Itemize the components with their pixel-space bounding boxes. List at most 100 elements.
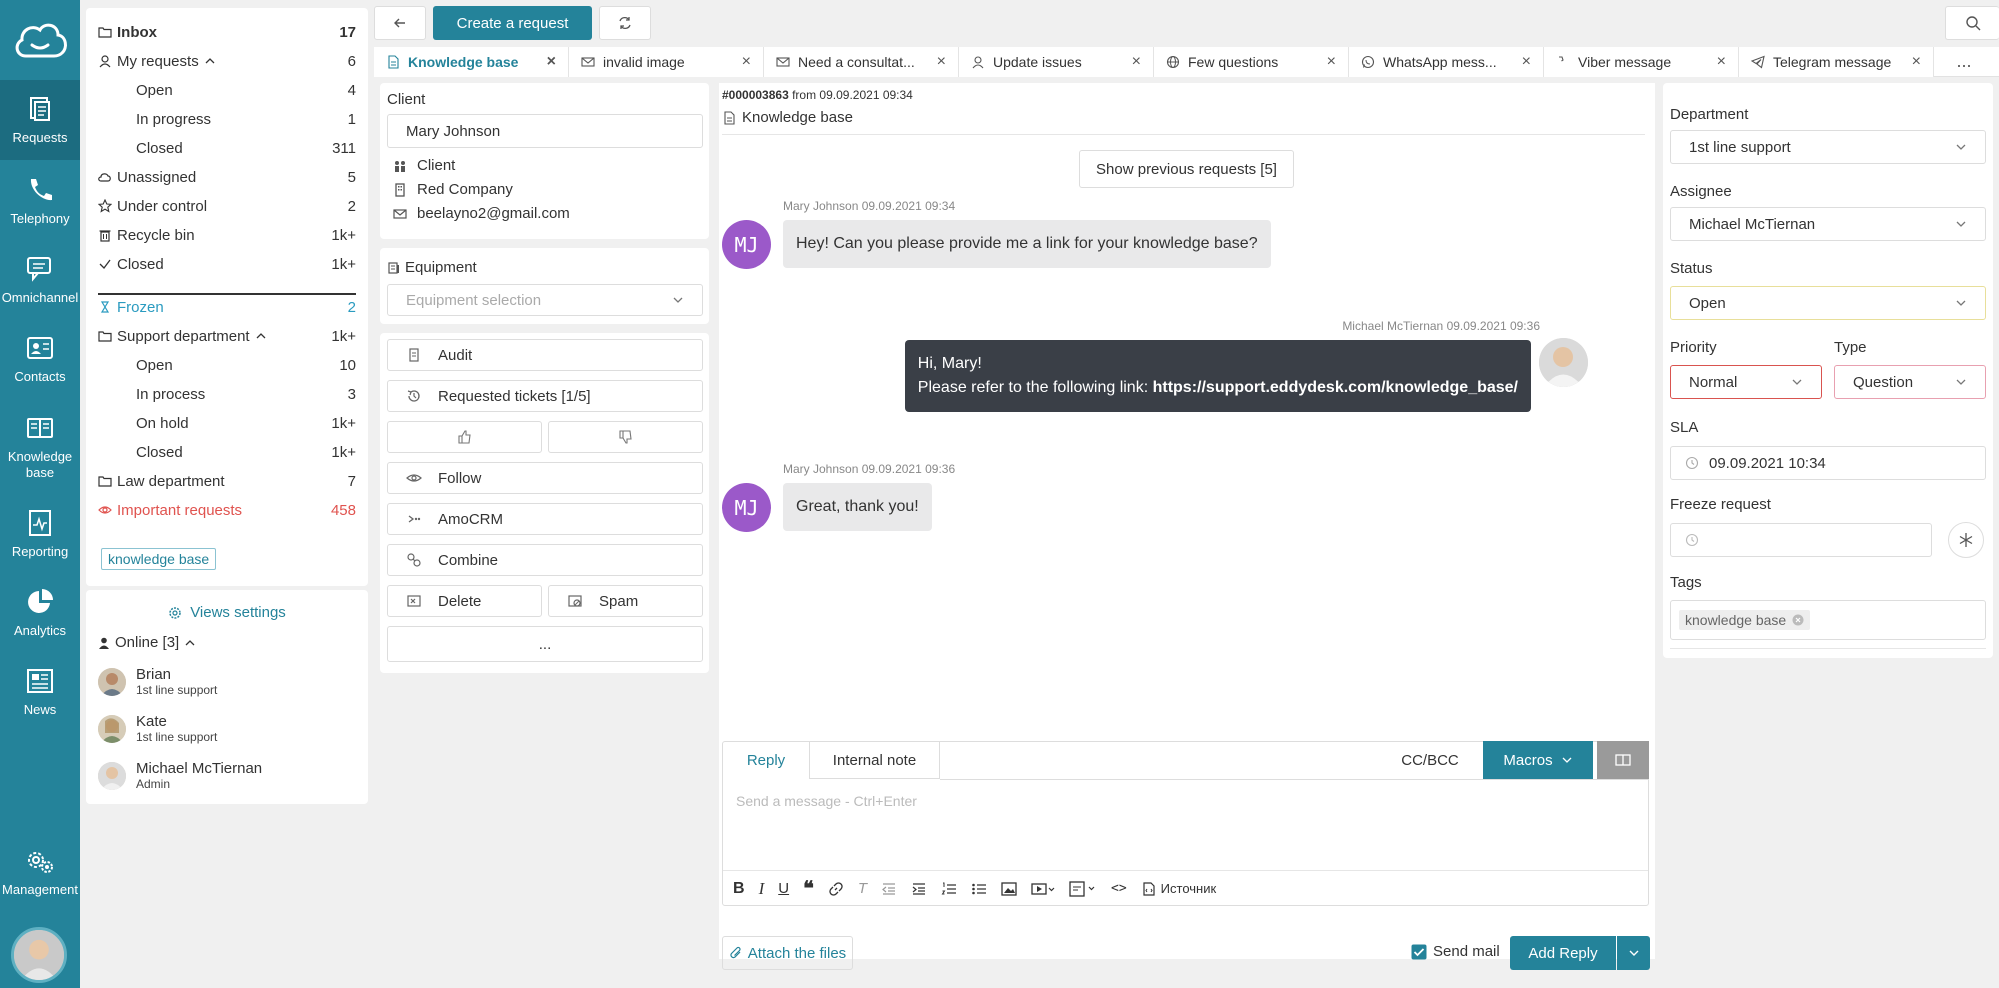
template-icon[interactable] <box>1069 880 1097 898</box>
refresh-button[interactable] <box>599 6 651 40</box>
close-icon[interactable]: × <box>1522 53 1531 71</box>
outdent-icon[interactable] <box>881 881 897 897</box>
tags-field[interactable]: knowledge base <box>1670 600 1986 640</box>
close-icon[interactable]: × <box>547 53 556 71</box>
close-icon[interactable]: × <box>1132 53 1141 71</box>
close-icon[interactable]: × <box>742 53 751 71</box>
folder-open[interactable]: Open 4 <box>136 76 356 104</box>
dislike-button[interactable] <box>548 421 703 453</box>
send-mail-checkbox[interactable]: Send mail <box>1411 943 1500 960</box>
folder-unassigned[interactable]: Unassigned 5 <box>98 163 356 191</box>
more-actions-button[interactable]: ... <box>387 626 703 662</box>
close-icon[interactable]: × <box>1327 53 1336 71</box>
italic-icon[interactable]: I <box>759 879 765 899</box>
create-request-button[interactable]: Create a request <box>433 6 592 40</box>
folder-frozen[interactable]: Frozen 2 <box>98 293 356 321</box>
follow-button[interactable]: Follow <box>387 462 703 494</box>
ccbcc-button[interactable]: CC/BCC <box>1385 742 1475 779</box>
folder-support-department[interactable]: Support department 1k+ <box>98 322 356 350</box>
folder-closed[interactable]: Closed 311 <box>136 134 356 162</box>
client-company[interactable]: Red Company <box>417 181 513 198</box>
rail-telephony[interactable]: Telephony <box>0 175 80 227</box>
quote-icon[interactable]: ❝ <box>803 876 814 901</box>
add-reply-button[interactable]: Add Reply <box>1510 936 1616 970</box>
numbered-list-icon[interactable] <box>941 881 957 897</box>
freeze-date-field[interactable] <box>1670 523 1932 557</box>
rail-news[interactable]: News <box>0 666 80 718</box>
knowledge-base-insert-button[interactable] <box>1597 741 1649 779</box>
rail-management[interactable]: Management <box>0 846 80 898</box>
tab-telegram-message[interactable]: Telegram message × <box>1739 47 1934 77</box>
attach-files-button[interactable]: Attach the files <box>722 936 853 970</box>
folder-support-in-process[interactable]: In process 3 <box>136 380 356 408</box>
rail-reporting[interactable]: Reporting <box>0 508 80 560</box>
tab-whatsapp-mess[interactable]: WhatsApp mess... × <box>1349 47 1544 77</box>
online-toggle[interactable]: Online [3] <box>98 634 197 651</box>
assignee-select[interactable]: Michael McTiernan <box>1670 207 1986 241</box>
tab-few-questions[interactable]: Few questions × <box>1154 47 1349 77</box>
requested-tickets-button[interactable]: Requested tickets [1/5] <box>387 380 703 412</box>
tab-update-issues[interactable]: Update issues × <box>959 47 1154 77</box>
media-icon[interactable] <box>1031 881 1055 897</box>
link-icon[interactable] <box>828 881 844 897</box>
audit-button[interactable]: Audit <box>387 339 703 371</box>
department-select[interactable]: 1st line support <box>1670 130 1986 164</box>
tab-viber-message[interactable]: Viber message × <box>1544 47 1739 77</box>
tag-filter-knowledge-base[interactable]: knowledge base <box>101 548 217 570</box>
operator-kate[interactable]: Kate 1st line support <box>98 713 217 744</box>
folder-my-requests[interactable]: My requests 6 <box>98 47 356 75</box>
macros-button[interactable]: Macros <box>1483 741 1593 779</box>
folder-support-open[interactable]: Open 10 <box>136 351 356 379</box>
knowledge-base-link[interactable]: https://support.eddydesk.com/knowledge_b… <box>1153 379 1518 396</box>
close-icon[interactable]: × <box>937 53 946 71</box>
current-user-avatar[interactable] <box>11 927 67 983</box>
operator-michael[interactable]: Michael McTiernan Admin <box>98 760 262 791</box>
folder-closed-all[interactable]: Closed 1k+ <box>98 250 356 278</box>
client-name-field[interactable]: Mary Johnson <box>387 114 703 148</box>
close-icon[interactable]: × <box>1717 53 1726 71</box>
chevron-up-icon[interactable] <box>254 329 268 343</box>
folder-law-department[interactable]: Law department 7 <box>98 467 356 495</box>
show-previous-requests-button[interactable]: Show previous requests [5] <box>1079 150 1294 188</box>
tabs-more-button[interactable]: ... <box>1934 47 1994 76</box>
tab-invalid-image[interactable]: invalid image × <box>569 47 764 77</box>
delete-button[interactable]: Delete <box>387 585 542 617</box>
clear-format-icon[interactable]: T <box>858 880 867 897</box>
chevron-up-icon[interactable] <box>203 54 217 68</box>
operator-brian[interactable]: Brian 1st line support <box>98 666 217 697</box>
indent-icon[interactable] <box>911 881 927 897</box>
like-button[interactable] <box>387 421 542 453</box>
image-icon[interactable] <box>1001 881 1017 897</box>
folder-under-control[interactable]: Under control 2 <box>98 192 356 220</box>
code-icon[interactable]: <> <box>1111 881 1127 896</box>
rail-requests[interactable]: Requests <box>0 80 80 160</box>
close-icon[interactable]: × <box>1912 53 1921 71</box>
tab-reply[interactable]: Reply <box>723 742 810 779</box>
sla-field[interactable]: 09.09.2021 10:34 <box>1670 446 1986 480</box>
folder-important-requests[interactable]: Important requests 458 <box>98 496 356 524</box>
source-button[interactable]: Источник <box>1141 881 1216 897</box>
views-settings-button[interactable]: Views settings <box>86 604 368 621</box>
client-email[interactable]: beelayno2@gmail.com <box>417 205 570 222</box>
remove-tag-icon[interactable] <box>1792 614 1804 626</box>
priority-select[interactable]: Normal <box>1670 365 1822 399</box>
freeze-button[interactable] <box>1948 522 1984 558</box>
rail-knowledge-base[interactable]: Knowledge base <box>0 413 80 481</box>
folder-in-progress[interactable]: In progress 1 <box>136 105 356 133</box>
rail-analytics[interactable]: Analytics <box>0 587 80 639</box>
tab-need-a-consultat[interactable]: Need a consultat... × <box>764 47 959 77</box>
add-reply-options-button[interactable] <box>1617 936 1650 970</box>
rail-contacts[interactable]: Contacts <box>0 333 80 385</box>
amocrm-button[interactable]: AmoCRM <box>387 503 703 535</box>
cloud-logo-icon[interactable] <box>12 18 68 62</box>
folder-recycle-bin[interactable]: Recycle bin 1k+ <box>98 221 356 249</box>
equipment-select[interactable]: Equipment selection <box>387 284 703 316</box>
search-button[interactable] <box>1945 6 1999 40</box>
folder-inbox[interactable]: Inbox 17 <box>98 18 356 46</box>
tab-internal-note[interactable]: Internal note <box>810 742 940 779</box>
rail-omnichannel[interactable]: Omnichannel <box>0 254 80 306</box>
combine-button[interactable]: Combine <box>387 544 703 576</box>
back-button[interactable] <box>374 6 426 40</box>
status-select[interactable]: Open <box>1670 286 1986 320</box>
folder-support-closed[interactable]: Closed 1k+ <box>136 438 356 466</box>
